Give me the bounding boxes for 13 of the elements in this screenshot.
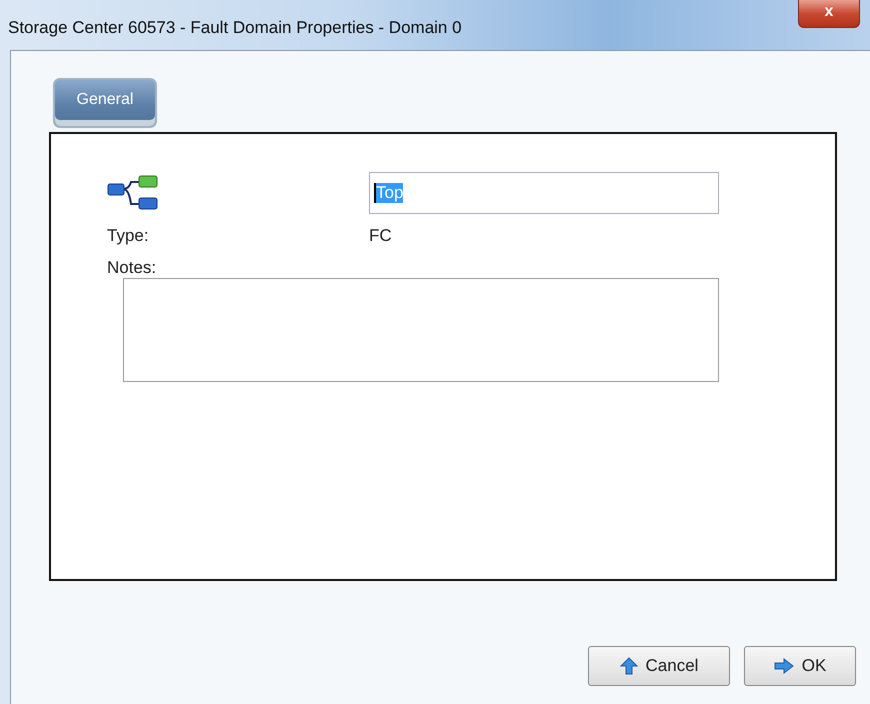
ok-button[interactable]: OK bbox=[744, 646, 856, 686]
notes-label: Notes: bbox=[107, 258, 158, 278]
notes-field[interactable] bbox=[123, 278, 719, 382]
type-label: Type: bbox=[107, 226, 150, 246]
arrow-right-icon bbox=[774, 658, 794, 674]
type-value: FC bbox=[369, 226, 393, 246]
hierarchy-icon bbox=[107, 174, 159, 212]
tab[interactable]: General bbox=[53, 78, 157, 128]
cancel-button[interactable]: Cancel bbox=[588, 646, 730, 686]
name-field[interactable]: Top bbox=[369, 172, 719, 214]
arrow-up-icon bbox=[620, 657, 638, 675]
close-button[interactable]: x bbox=[798, 0, 860, 28]
window-title: Storage Center 60573 - Fault Domain Properties - Domain 0 bbox=[8, 18, 462, 38]
